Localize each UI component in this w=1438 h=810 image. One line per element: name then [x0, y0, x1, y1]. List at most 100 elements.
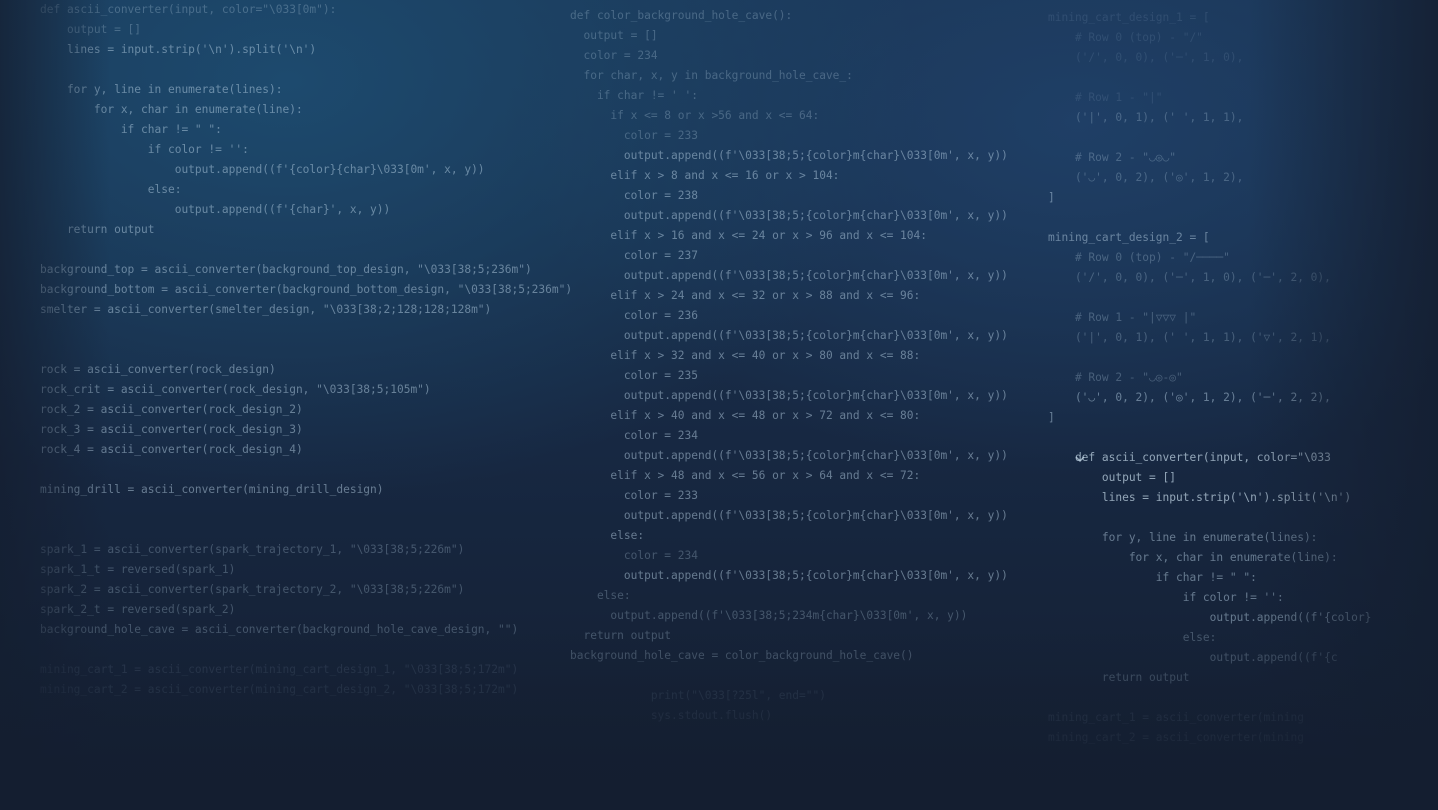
- code-line: for x, char in enumerate(line):: [1048, 551, 1338, 564]
- code-line: background_hole_cave = ascii_converter(b…: [40, 623, 519, 636]
- code-line: # Row 1 - "|▽▽▽ |": [1048, 311, 1197, 324]
- code-line: elif x > 16 and x <= 24 or x > 96 and x …: [570, 229, 927, 242]
- code-line: mining_cart_1 = ascii_converter(mining_c…: [40, 663, 519, 676]
- code-line: background_hole_cave = color_background_…: [570, 649, 914, 662]
- code-line: for char, x, y in background_hole_cave_:: [570, 69, 853, 82]
- code-line: mining_cart_2 = ascii_converter(mining: [1048, 731, 1304, 744]
- code-line: ]: [1048, 411, 1055, 424]
- code-line: output.append((f'{color}{char}\033[0m', …: [40, 163, 485, 176]
- code-line: else:: [40, 183, 182, 196]
- code-line: output = []: [1048, 471, 1176, 484]
- code-line: color = 233: [570, 129, 698, 142]
- code-line: output.append((f'\033[38;5;{color}m{char…: [570, 449, 1008, 462]
- code-column-left: def ascii_converter(input, color="\033[0…: [40, 0, 572, 700]
- code-line: background_bottom = ascii_converter(back…: [40, 283, 573, 296]
- code-line: ('/', 0, 0), ('─', 1, 0),: [1048, 51, 1244, 64]
- code-line: return output: [1048, 671, 1190, 684]
- code-line: color = 233: [570, 489, 698, 502]
- code-line: rock_crit = ascii_converter(rock_design,…: [40, 383, 431, 396]
- code-line: else:: [1048, 631, 1217, 644]
- code-line: def color_background_hole_cave():: [570, 9, 793, 22]
- code-line: elif x > 32 and x <= 40 or x > 80 and x …: [570, 349, 921, 362]
- code-line: ('◡', 0, 2), ('◎', 1, 2), ('─', 2, 2),: [1048, 391, 1331, 404]
- code-line: output = []: [570, 29, 658, 42]
- code-wallpaper: { "columns": [ { "id": "left", "lines": …: [0, 0, 1438, 810]
- code-line: mining_cart_design_1 = [: [1048, 11, 1210, 24]
- code-line: elif x > 40 and x <= 48 or x > 72 and x …: [570, 409, 921, 422]
- code-line: # Row 2 - "◡◎-◎": [1048, 371, 1183, 384]
- code-line: spark_1_t = reversed(spark_1): [40, 563, 236, 576]
- code-line: elif x > 8 and x <= 16 or x > 104:: [570, 169, 840, 182]
- code-line: mining_cart_design_2 = [: [1048, 231, 1210, 244]
- code-line: def ascii_converter(input, color="\033[0…: [40, 3, 337, 16]
- code-line: ('|', 0, 1), (' ', 1, 1),: [1048, 111, 1244, 124]
- code-line: rock_4 = ascii_converter(rock_design_4): [40, 443, 303, 456]
- code-line: if color != '':: [40, 143, 249, 156]
- code-line: elif x > 24 and x <= 32 or x > 88 and x …: [570, 289, 921, 302]
- code-line: if color != '':: [1048, 591, 1284, 604]
- code-line: if char != " ":: [1048, 571, 1257, 584]
- code-line: color = 234: [570, 49, 658, 62]
- code-line: ]: [1048, 191, 1055, 204]
- code-line: output.append((f'{char}', x, y)): [40, 203, 391, 216]
- code-line: rock = ascii_converter(rock_design): [40, 363, 276, 376]
- code-line: output.append((f'\033[38;5;{color}m{char…: [570, 389, 1008, 402]
- code-line: if char != ' ':: [570, 89, 698, 102]
- fold-chevron-icon: [1075, 456, 1085, 463]
- code-line: else:: [570, 589, 631, 602]
- code-line: ('◡', 0, 2), ('◎', 1, 2),: [1048, 171, 1244, 184]
- code-line: sys.stdout.flush(): [570, 709, 773, 722]
- code-line: return output: [40, 223, 155, 236]
- code-line: mining_cart_2 = ascii_converter(mining_c…: [40, 683, 519, 696]
- code-line: if char != " ":: [40, 123, 222, 136]
- code-line: ('/', 0, 0), ('─', 1, 0), ('─', 2, 0),: [1048, 271, 1331, 284]
- code-line: rock_3 = ascii_converter(rock_design_3): [40, 423, 303, 436]
- code-column-right: mining_cart_design_1 = [ # Row 0 (top) -…: [1048, 8, 1371, 748]
- code-line: else:: [570, 529, 645, 542]
- code-line: output.append((f'{color}: [1048, 611, 1372, 624]
- code-line: rock_2 = ascii_converter(rock_design_2): [40, 403, 303, 416]
- code-line: spark_2_t = reversed(spark_2): [40, 603, 236, 616]
- code-line: for y, line in enumerate(lines):: [40, 83, 283, 96]
- code-line: output.append((f'\033[38;5;234m{char}\03…: [570, 609, 968, 622]
- code-line: for y, line in enumerate(lines):: [1048, 531, 1318, 544]
- code-line: color = 238: [570, 189, 698, 202]
- code-line: color = 235: [570, 369, 698, 382]
- code-line: color = 234: [570, 429, 698, 442]
- code-line: # Row 0 (top) - "/": [1048, 31, 1203, 44]
- code-line: output.append((f'\033[38;5;{color}m{char…: [570, 149, 1008, 162]
- code-line: # Row 2 - "◡◎◡": [1048, 151, 1176, 164]
- code-line: output.append((f'\033[38;5;{color}m{char…: [570, 269, 1008, 282]
- code-line: return output: [570, 629, 672, 642]
- code-line: # Row 0 (top) - "/────": [1048, 251, 1230, 264]
- code-line: print("\033[?25l", end=""): [570, 689, 826, 702]
- code-line: output.append((f'{c: [1048, 651, 1338, 664]
- code-column-middle: def color_background_hole_cave(): output…: [570, 6, 1008, 726]
- code-line: if x <= 8 or x >56 and x <= 64:: [570, 109, 820, 122]
- code-line: lines = input.strip('\n').split('\n'): [1048, 491, 1352, 504]
- code-line: output = []: [40, 23, 142, 36]
- code-line: background_top = ascii_converter(backgro…: [40, 263, 532, 276]
- code-line: ('|', 0, 1), (' ', 1, 1), ('▽', 2, 1),: [1048, 331, 1331, 344]
- code-line: # Row 1 - "|": [1048, 91, 1163, 104]
- code-line: output.append((f'\033[38;5;{color}m{char…: [570, 569, 1008, 582]
- code-line: output.append((f'\033[38;5;{color}m{char…: [570, 509, 1008, 522]
- code-line: smelter = ascii_converter(smelter_design…: [40, 303, 492, 316]
